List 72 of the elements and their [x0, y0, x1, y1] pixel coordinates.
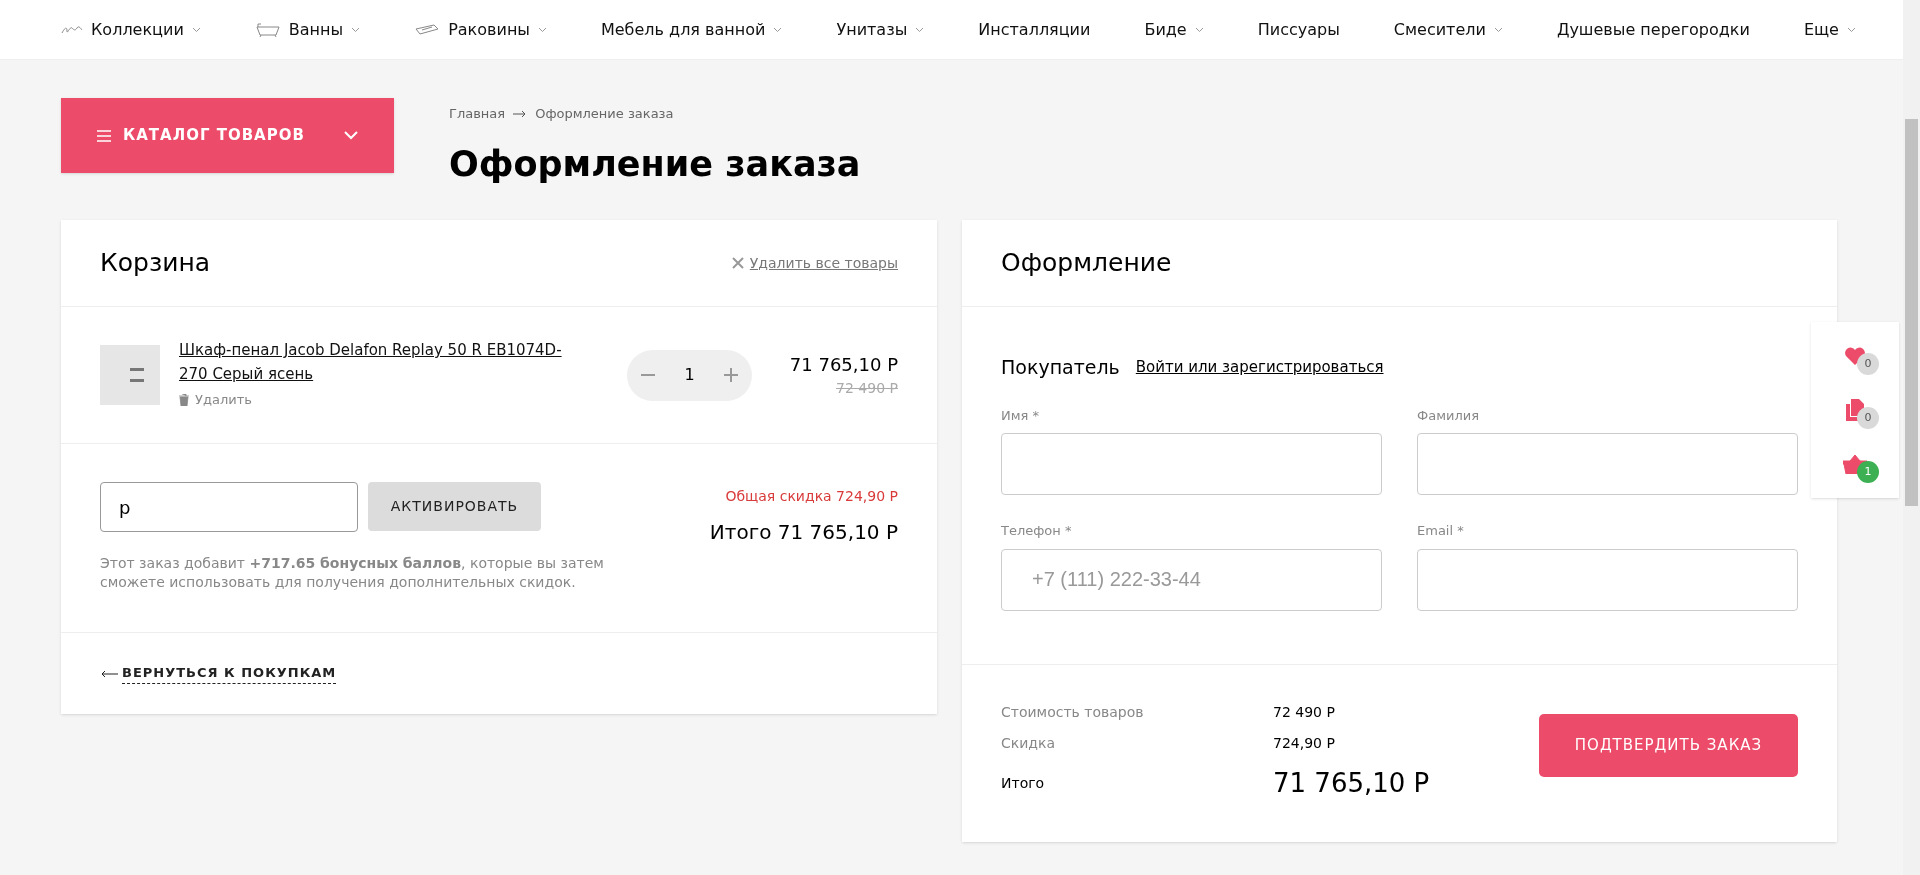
sink-icon — [414, 22, 441, 37]
buyer-heading: Покупатель — [1001, 355, 1120, 380]
nav-link[interactable]: Мебель для ванной — [600, 17, 783, 42]
page-title: Оформление заказа — [449, 142, 861, 186]
count-badge: 0 — [1857, 407, 1879, 429]
field-label: Email * — [1417, 522, 1465, 540]
signature-icon — [61, 23, 83, 36]
chevron-down-icon — [1194, 26, 1204, 33]
chevron-down-icon — [344, 131, 358, 140]
total-label: Итого — [1001, 773, 1046, 793]
cart-total: Итого 71 765,10 Р — [709, 519, 898, 546]
nav-link[interactable]: Инсталляции — [978, 17, 1091, 42]
chevron-down-icon — [191, 26, 201, 33]
back-link[interactable]: ВЕРНУТЬСЯ К ПОКУПКАМ — [100, 663, 337, 684]
coupon-field[interactable]: р — [100, 482, 358, 532]
nav-link[interactable]: Коллекции — [61, 17, 201, 42]
checkout-title: Оформление — [1001, 247, 1172, 280]
count-badge: 1 — [1857, 461, 1879, 483]
breadcrumb: Оформление заказа — [535, 105, 674, 123]
close-icon — [731, 257, 744, 269]
confirm-order-button[interactable]: ПОДТВЕРДИТЬ ЗАКАЗ — [1539, 714, 1798, 777]
chevron-down-icon — [915, 26, 925, 33]
catalog-button[interactable]: КАТАЛОГ ТОВАРОВ — [61, 98, 394, 173]
bathtub-icon — [254, 21, 281, 38]
nav-link[interactable]: Раковины — [414, 17, 547, 42]
minus-icon[interactable] — [641, 374, 656, 376]
input-field[interactable]: +7 (111) 222-33-44 — [1001, 548, 1382, 611]
count-badge: 0 — [1857, 353, 1879, 375]
field-label: Имя * — [1001, 406, 1040, 425]
quantity-stepper[interactable]: 1 — [627, 349, 752, 401]
remove-button[interactable]: Удалить — [179, 388, 252, 412]
arrow-left-icon — [100, 669, 118, 678]
input-field[interactable] — [1417, 548, 1798, 611]
field-label: Фамилия — [1417, 406, 1480, 425]
summary-label: Скидка — [1001, 734, 1057, 753]
cart-title: Корзина — [100, 247, 211, 280]
nav-link[interactable]: Еще — [1803, 17, 1856, 42]
scrollbar[interactable] — [1903, 0, 1920, 875]
input-field[interactable] — [1001, 433, 1382, 495]
field-label: Телефон * — [1001, 522, 1073, 540]
scrollbar-thumb[interactable] — [1905, 119, 1918, 506]
quantity-value: 1 — [684, 364, 695, 386]
old-price: 72 490 Р — [836, 379, 898, 398]
chevron-down-icon — [537, 26, 547, 33]
nav-link[interactable]: Унитазы — [836, 17, 925, 42]
product-image — [100, 345, 160, 405]
chevron-down-icon — [1846, 26, 1856, 33]
chevron-down-icon — [1493, 26, 1503, 33]
product-price: 71 765,10 Р — [789, 353, 898, 377]
menu-icon — [97, 129, 111, 142]
arrow-right-icon — [513, 109, 528, 118]
bonus-note: Этот заказ добавит +717.65 бонусных баллов, которые вы затем сможете использовать для получения дополнительных скидок. — [100, 554, 605, 592]
trash-icon — [179, 394, 189, 406]
nav-link[interactable]: Душевые перегородки — [1556, 17, 1750, 42]
input-field[interactable] — [1417, 433, 1798, 495]
nav-link[interactable]: Биде — [1144, 17, 1204, 42]
summary-label: Стоимость товаров — [1001, 703, 1145, 722]
nav-link[interactable]: Смесители — [1393, 17, 1503, 42]
total-value: 71 765,10 Р — [1273, 766, 1430, 800]
nav-link[interactable]: Ванны — [254, 17, 361, 42]
chevron-down-icon — [351, 26, 361, 33]
plus-icon[interactable] — [723, 368, 738, 382]
clear-all-link[interactable]: Удалить все товары — [731, 252, 898, 274]
login-link[interactable]: Войти или зарегистрироваться — [1135, 356, 1384, 379]
nav-link[interactable]: Писсуары — [1257, 17, 1340, 42]
discount-text: Общая скидка 724,90 Р — [725, 487, 898, 506]
summary-value: 72 490 Р — [1273, 703, 1335, 722]
summary-value: 724,90 Р — [1273, 734, 1335, 753]
activate-button[interactable]: АКТИВИРОВАТЬ — [368, 482, 541, 531]
chevron-down-icon — [773, 26, 783, 33]
product-link[interactable]: Шкаф-пенал Jacob Delafon Replay 50 R EB1074D-270 Серый ясень — [179, 338, 589, 386]
breadcrumb[interactable]: Главная — [449, 104, 506, 124]
